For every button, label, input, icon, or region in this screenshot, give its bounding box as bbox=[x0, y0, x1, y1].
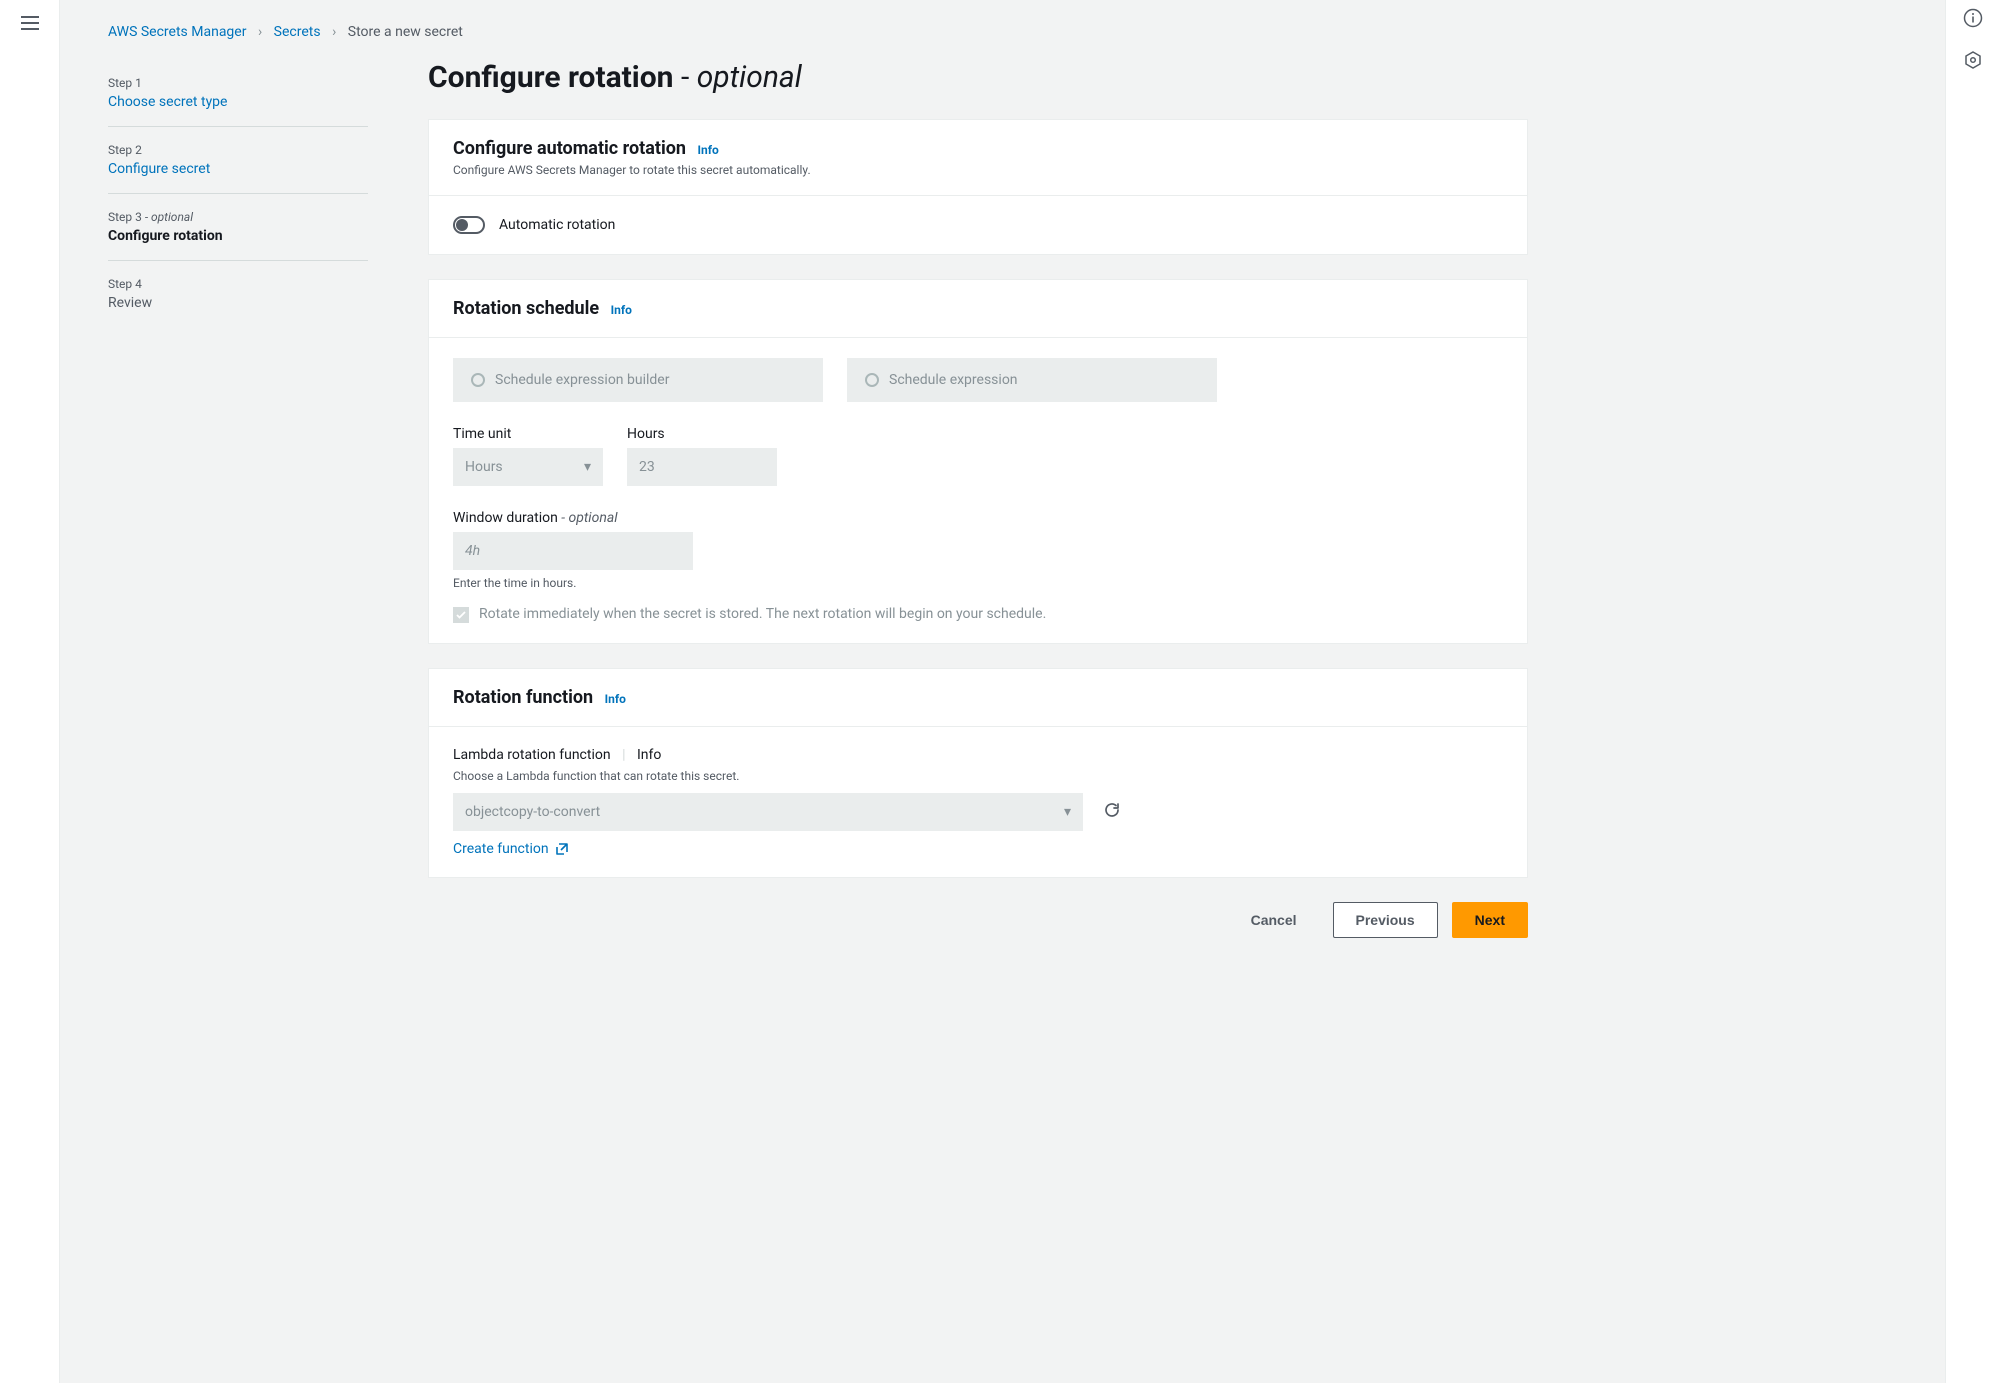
next-button[interactable]: Next bbox=[1452, 902, 1528, 938]
external-link-icon bbox=[555, 842, 569, 856]
breadcrumb-current: Store a new secret bbox=[348, 24, 463, 40]
time-unit-label: Time unit bbox=[453, 426, 603, 442]
radio-expression: Schedule expression bbox=[847, 358, 1217, 402]
hours-input: 23 bbox=[627, 448, 777, 486]
lambda-desc: Choose a Lambda function that can rotate… bbox=[453, 769, 1503, 783]
create-function-link[interactable]: Create function bbox=[453, 841, 569, 857]
radio-icon bbox=[865, 373, 879, 387]
rotate-immediately-checkbox bbox=[453, 607, 469, 623]
breadcrumb: AWS Secrets Manager › Secrets › Store a … bbox=[108, 24, 1905, 40]
step-label: Step 1 bbox=[108, 76, 142, 90]
step-configure-rotation: Configure rotation bbox=[108, 228, 368, 244]
info-link[interactable]: Info bbox=[697, 143, 718, 157]
panel-title: Rotation function bbox=[453, 687, 593, 708]
settings-icon[interactable] bbox=[1946, 50, 2000, 74]
breadcrumb-root[interactable]: AWS Secrets Manager bbox=[108, 24, 246, 40]
radio-expression-builder: Schedule expression builder bbox=[453, 358, 823, 402]
hours-label: Hours bbox=[627, 426, 777, 442]
chevron-right-icon: › bbox=[258, 24, 262, 40]
radio-icon bbox=[471, 373, 485, 387]
chevron-right-icon: › bbox=[332, 24, 336, 40]
panel-automatic-rotation: Configure automatic rotation Info Config… bbox=[428, 119, 1528, 255]
step-label: Step 3 bbox=[108, 210, 142, 224]
window-duration-label: Window duration bbox=[453, 510, 558, 526]
caret-down-icon: ▾ bbox=[1064, 804, 1071, 820]
previous-button[interactable]: Previous bbox=[1333, 902, 1438, 938]
time-unit-select: Hours ▾ bbox=[453, 448, 603, 486]
info-link[interactable]: Info bbox=[605, 692, 626, 706]
panel-rotation-function: Rotation function Info Lambda rotation f… bbox=[428, 668, 1528, 878]
step-label: Step 4 bbox=[108, 277, 142, 291]
panel-title: Configure automatic rotation bbox=[453, 138, 686, 159]
panel-description: Configure AWS Secrets Manager to rotate … bbox=[453, 163, 1503, 177]
wizard-steps: Step 1 Choose secret type Step 2 Configu… bbox=[108, 60, 368, 327]
info-icon[interactable] bbox=[1946, 8, 2000, 32]
caret-down-icon: ▾ bbox=[584, 459, 591, 475]
window-duration-input: 4h bbox=[453, 532, 693, 570]
panel-rotation-schedule: Rotation schedule Info Schedule expressi… bbox=[428, 279, 1528, 644]
rotate-immediately-label: Rotate immediately when the secret is st… bbox=[479, 606, 1046, 622]
hamburger-menu-icon[interactable] bbox=[13, 8, 47, 42]
page-title: Configure rotation - optional bbox=[428, 60, 1528, 95]
info-link[interactable]: Info bbox=[637, 747, 661, 763]
cancel-button[interactable]: Cancel bbox=[1229, 902, 1319, 938]
breadcrumb-section[interactable]: Secrets bbox=[274, 24, 321, 40]
step-label: Step 2 bbox=[108, 143, 142, 157]
window-hint: Enter the time in hours. bbox=[453, 576, 1503, 590]
panel-title: Rotation schedule bbox=[453, 298, 599, 319]
lambda-function-select: objectcopy-to-convert ▾ bbox=[453, 793, 1083, 831]
info-link[interactable]: Info bbox=[611, 303, 632, 317]
automatic-rotation-toggle[interactable] bbox=[453, 216, 485, 234]
step-configure-secret[interactable]: Configure secret bbox=[108, 161, 368, 177]
lambda-function-label: Lambda rotation function bbox=[453, 747, 611, 763]
toggle-label: Automatic rotation bbox=[499, 217, 615, 233]
refresh-icon[interactable] bbox=[1103, 801, 1121, 823]
step-review: Review bbox=[108, 295, 368, 311]
step-choose-secret-type[interactable]: Choose secret type bbox=[108, 94, 368, 110]
